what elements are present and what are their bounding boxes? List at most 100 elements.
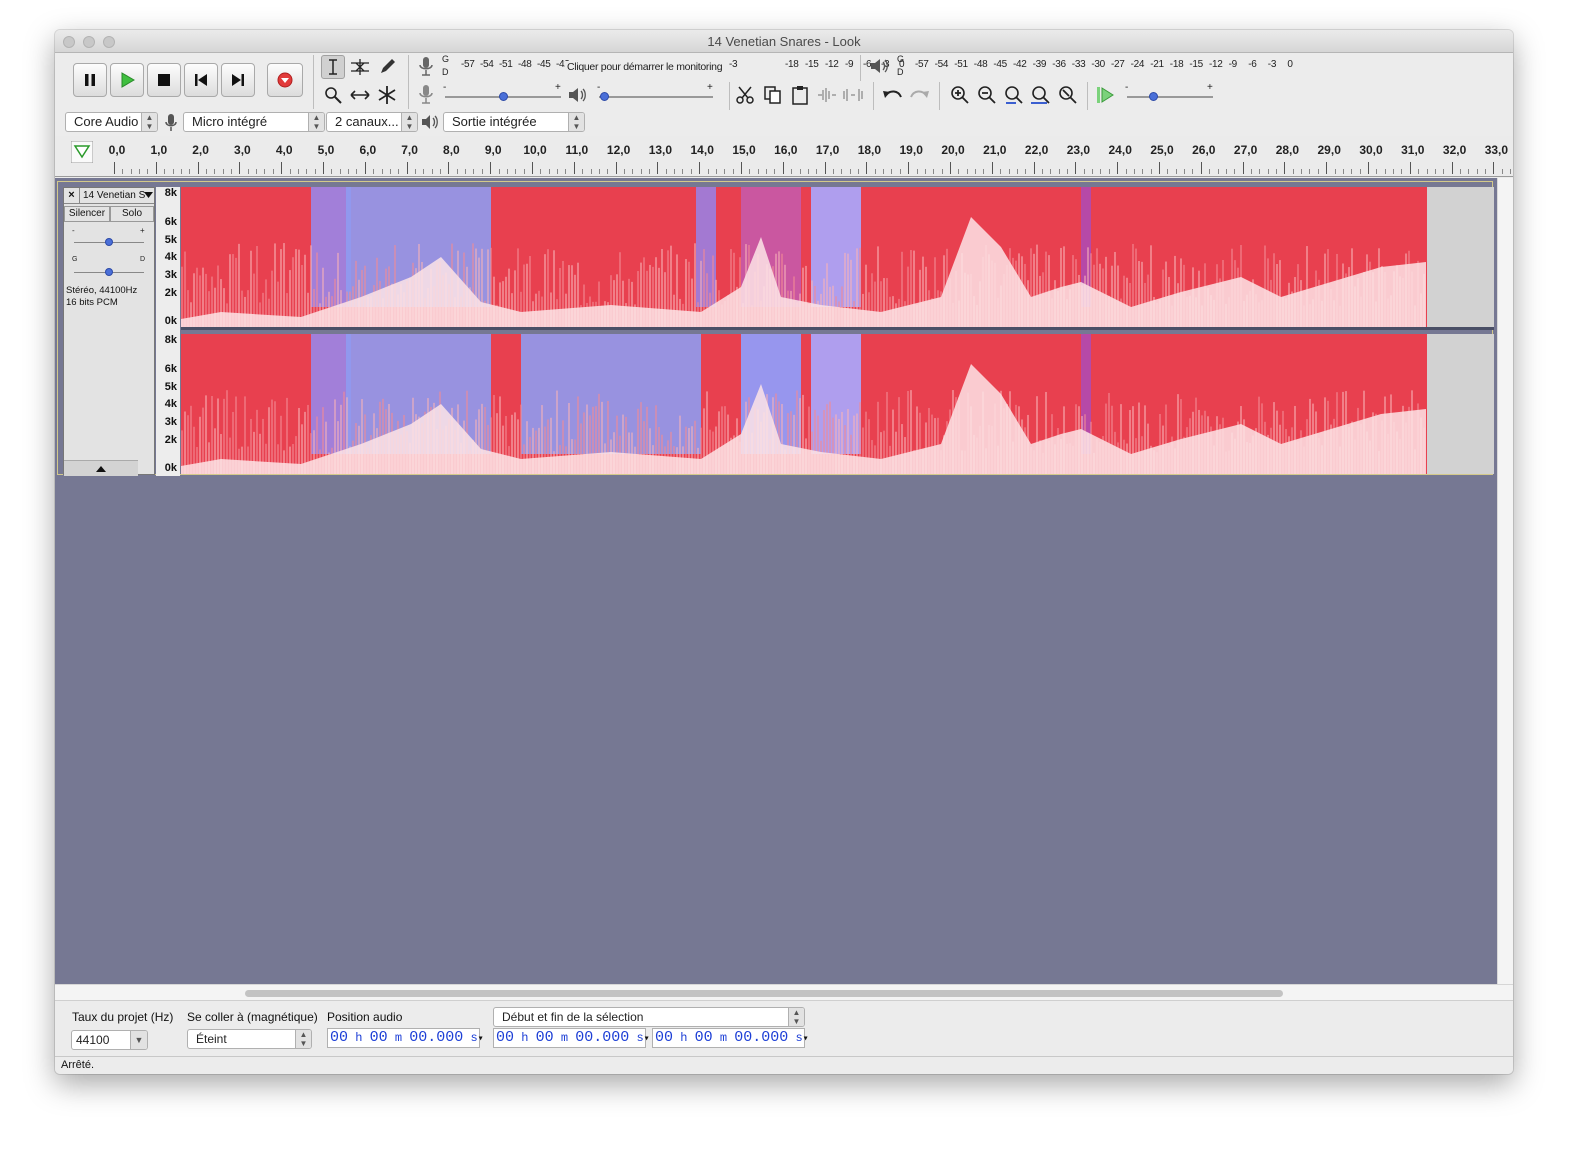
gain-thumb[interactable] [105,238,113,246]
recording-device-select[interactable]: Micro intégré ▲ ▼ [183,112,325,132]
selection-start-time[interactable]: 00 h 00 m 00.000 s▾ [493,1028,650,1048]
project-rate-select[interactable]: 44100 ▼ [71,1030,148,1050]
skip-to-start-button[interactable] [184,63,218,97]
undo-button[interactable] [881,83,905,107]
meter-scale-label: -33 [1071,59,1086,70]
track-name-menu[interactable]: 14 Venetian S [80,188,154,204]
frequency-label: 5k [164,381,177,393]
ruler-minor-tick [373,169,375,174]
trim-button[interactable] [815,83,839,107]
frequency-label: 6k [164,363,177,375]
draw-tool[interactable] [375,55,399,79]
vertical-scrollbar[interactable] [1497,178,1513,984]
frequency-label: 4k [164,251,177,263]
selection-tool[interactable] [321,55,345,79]
fit-project-button[interactable] [1029,83,1053,107]
stop-button[interactable] [147,63,181,97]
zoom-out-button[interactable] [975,83,999,107]
ruler-minor-tick [189,169,191,174]
frequency-axis[interactable]: 8k 6k 5k 4k 3k 2k 0k 8k 6k 5k 4k 3k 2k 0k [156,187,180,476]
ruler-minor-tick [481,169,483,174]
output-volume-thumb[interactable] [600,92,609,101]
selection-mode-select[interactable]: Début et fin de la sélection ▲ ▼ [493,1007,805,1027]
audio-host-select[interactable]: Core Audio ▲ ▼ [65,112,158,132]
ruler-minor-tick [766,169,768,174]
ruler-minor-tick [941,169,943,174]
ruler-minor-tick [1309,169,1311,174]
cut-button[interactable] [733,83,757,107]
meter-scale-label: -54 [480,59,494,70]
horizontal-scrollbar-thumb[interactable] [245,990,1283,997]
paste-button[interactable] [788,83,812,107]
playback-device-select[interactable]: Sortie intégrée ▲ ▼ [443,112,585,132]
magnifier-icon [325,87,342,104]
collapse-track-button[interactable] [64,460,138,476]
selection-mode-value: Début et fin de la sélection [502,1010,644,1024]
copy-button[interactable] [761,83,785,107]
spectrogram-left-channel[interactable] [181,187,1494,327]
audio-track[interactable]: × 14 Venetian S Silencer Solo - + G D St… [57,181,1494,476]
channels-value: 2 canaux... [335,114,399,129]
input-volume-thumb[interactable] [499,92,508,101]
record-meter-hint[interactable]: Cliquer pour démarrer le monitoring [565,61,725,73]
track-control-panel[interactable]: × 14 Venetian S Silencer Solo - + G D St… [63,187,155,476]
ruler-minor-tick [1259,169,1261,174]
meter-scale-label: -24 [1130,59,1145,70]
ruler-tick-label: 14,0 [690,143,714,157]
channels-select[interactable]: 2 canaux... ▲ ▼ [326,112,418,132]
ruler-major-tick [866,162,868,174]
ruler-minor-tick [423,169,425,174]
tracks-area[interactable]: × 14 Venetian S Silencer Solo - + G D St… [55,178,1497,984]
play-button[interactable] [110,63,144,97]
hours-unit: h [348,1031,370,1045]
selection-end-time[interactable]: 00 h 00 m 00.000 s▾ [652,1028,809,1048]
multi-tool[interactable] [375,83,399,107]
envelope-tool[interactable] [348,55,372,79]
silence-button[interactable] [841,83,865,107]
output-volume-slider[interactable] [599,96,713,98]
close-track-icon[interactable]: × [64,188,80,204]
ruler-major-tick [114,162,115,174]
play-at-speed-button[interactable] [1093,83,1117,107]
pause-button[interactable] [73,63,107,97]
ruler-minor-tick [1100,169,1102,174]
ruler-major-tick [573,162,575,174]
time-shift-tool[interactable] [348,83,372,107]
trim-audio-icon [818,88,836,102]
zoom-tool[interactable] [321,83,345,107]
zoom-toggle-button[interactable] [1056,83,1080,107]
spectrogram-right-channel[interactable] [181,334,1494,474]
ruler-minor-tick [975,169,977,174]
audio-position-time[interactable]: 00 h 00 m 00.000 s▾ [327,1028,484,1048]
ruler-minor-tick [916,169,918,174]
title-bar: 14 Venetian Snares - Look [55,30,1513,53]
redo-button[interactable] [907,83,931,107]
horizontal-scrollbar[interactable] [55,984,1513,1001]
ruler-minor-tick [1150,169,1152,174]
ruler-minor-tick [1384,169,1386,174]
ruler-minor-tick [1108,169,1110,174]
skip-to-end-button[interactable] [221,63,255,97]
play-speed-slider[interactable] [1127,96,1213,98]
solo-button[interactable]: Solo [110,206,154,222]
playback-meter[interactable]: -57 -54 -51 -48 -45 -42 -39 -36 -33 -30 -27 -24 -21-… [915,59,1305,73]
play-speed-thumb[interactable] [1149,92,1158,101]
frequency-label: 8k [164,334,177,346]
ruler-minor-tick [933,169,935,174]
mute-button[interactable]: Silencer [64,206,110,222]
ruler-major-tick [1368,162,1369,174]
ruler-minor-tick [1092,169,1094,174]
ruler-minor-tick [1008,169,1010,174]
meter-scale-label: 0 [1287,59,1293,70]
ruler-minor-tick [1276,169,1278,174]
meter-scale-label: -45 [537,59,551,70]
project-rate-label: Taux du projet (Hz) [72,1010,174,1024]
zoom-in-button[interactable] [948,83,972,107]
pan-thumb[interactable] [105,268,113,276]
fit-selection-button[interactable] [1002,83,1026,107]
ruler-minor-tick [381,169,383,174]
ruler-minor-tick [1351,169,1353,174]
timeline-ruler[interactable]: 0,0 1,0 2,0 3,0 4,0 5,0 6,0 7,0 8,0 9,0 10,0 11,0 12… [55,136,1513,177]
snap-to-select[interactable]: Éteint ▲ ▼ [187,1029,312,1049]
record-button[interactable] [267,63,303,97]
